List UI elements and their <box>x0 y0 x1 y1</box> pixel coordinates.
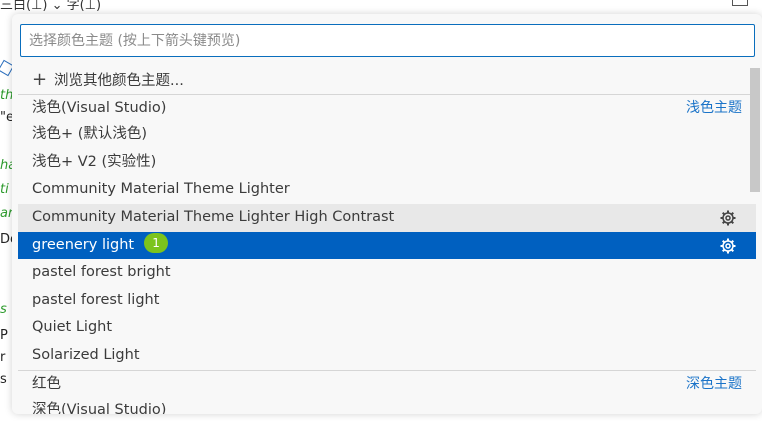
theme-label: Solarized Light <box>32 346 140 363</box>
theme-item[interactable]: Community Material Theme Lighter High Co… <box>18 203 756 232</box>
browse-label: 浏览其他颜色主题... <box>54 73 184 89</box>
theme-label: Community Material Theme Lighter <box>32 181 290 198</box>
code-fragment: s <box>0 372 7 387</box>
theme-item[interactable]: 浅色(Visual Studio) 浅色主题 <box>18 93 756 122</box>
list-scrollbar[interactable] <box>750 68 760 192</box>
theme-label: pastel forest bright <box>32 264 171 281</box>
layout-icon[interactable] <box>732 0 748 6</box>
theme-label: Community Material Theme Lighter High Co… <box>32 208 395 225</box>
theme-label: greenery light <box>32 236 135 253</box>
code-fragment: P <box>0 328 8 343</box>
theme-item[interactable]: 红色 深色主题 <box>18 369 756 398</box>
group-label-light-themes: 浅色主题 <box>686 99 742 116</box>
search-box <box>20 24 755 57</box>
theme-label: 红色 <box>32 375 61 392</box>
gear-icon[interactable] <box>720 210 736 226</box>
theme-item[interactable]: pastel forest bright <box>18 259 756 287</box>
code-fragment: ti <box>0 182 9 197</box>
theme-item[interactable]: 浅色+ V2 (实验性) <box>18 149 756 177</box>
code-fragment: r <box>0 350 6 365</box>
search-input[interactable] <box>20 24 755 57</box>
theme-item-selected[interactable]: greenery light 1 <box>18 231 756 260</box>
theme-list: + 浏览其他颜色主题... 浅色(Visual Studio) 浅色主题 浅色+ … <box>18 66 756 414</box>
theme-item[interactable]: Quiet Light <box>18 314 756 342</box>
theme-label: 浅色(Visual Studio) <box>32 99 167 116</box>
theme-item[interactable]: Community Material Theme Lighter <box>18 176 756 204</box>
theme-label: Quiet Light <box>32 319 113 336</box>
theme-item[interactable]: 浅色+ (默认浅色) <box>18 121 756 149</box>
theme-label: 浅色+ (默认浅色) <box>32 126 148 143</box>
step-badge: 1 <box>144 232 169 253</box>
group-label-dark-themes: 深色主题 <box>686 375 742 392</box>
theme-label: 深色(Visual Studio) <box>32 402 167 414</box>
browse-more-themes-item[interactable]: + 浏览其他颜色主题... <box>18 66 756 94</box>
plus-icon: + <box>32 69 48 90</box>
editor-tab-strip: 三白(⊥) ⌄ 字(⊥) <box>0 0 102 13</box>
theme-item[interactable]: 深色(Visual Studio) <box>18 397 756 414</box>
theme-label: 浅色+ V2 (实验性) <box>32 153 157 170</box>
code-fragment: s <box>0 302 7 317</box>
theme-item[interactable]: Solarized Light <box>18 342 756 370</box>
color-theme-quick-pick: + 浏览其他颜色主题... 浅色(Visual Studio) 浅色主题 浅色+ … <box>12 14 762 414</box>
theme-item[interactable]: pastel forest light <box>18 287 756 315</box>
theme-label: pastel forest light <box>32 291 160 308</box>
gear-icon[interactable] <box>720 238 736 254</box>
